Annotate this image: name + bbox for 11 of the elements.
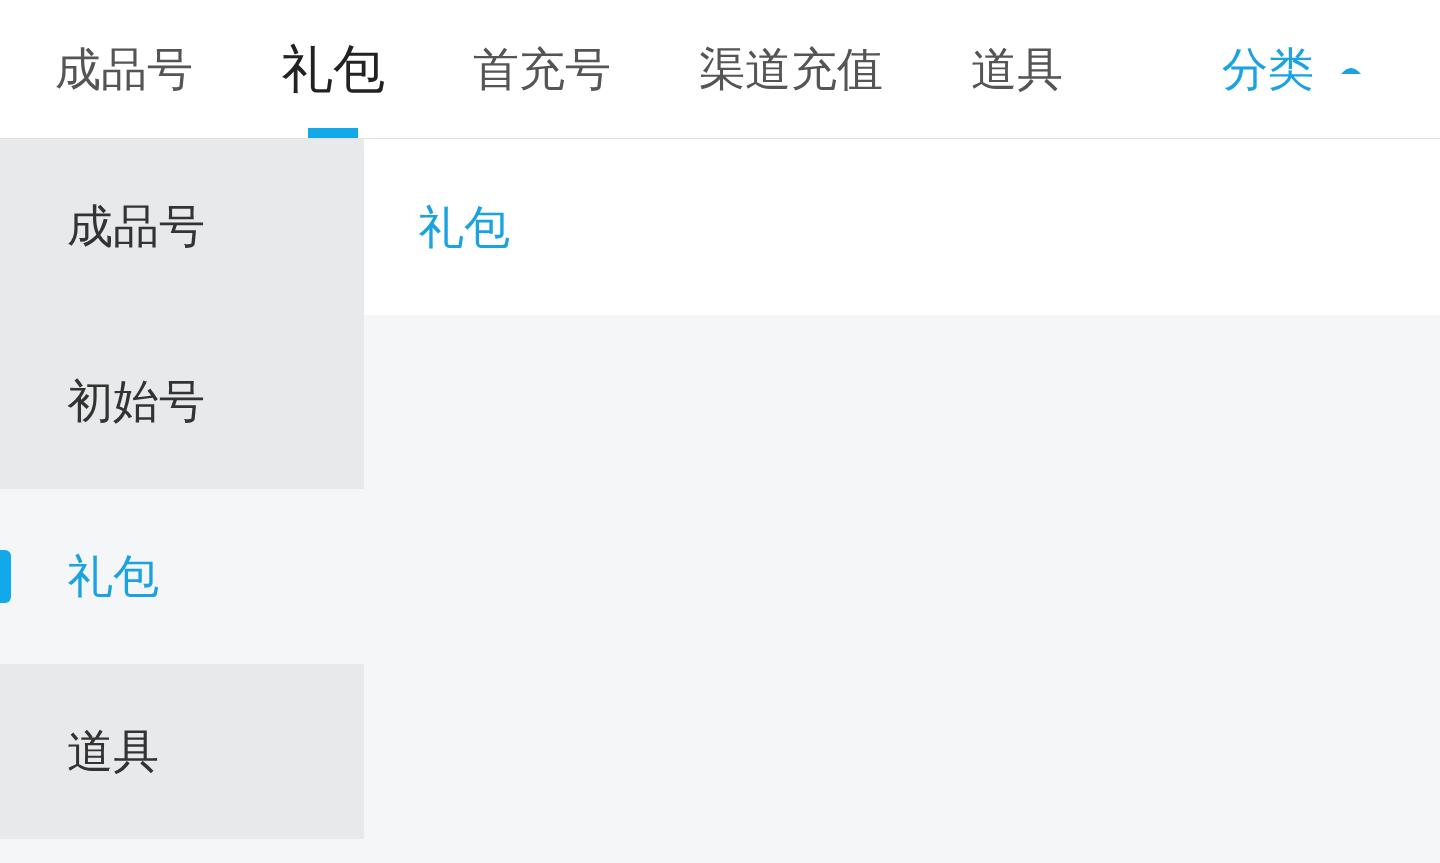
tab[interactable]: 礼包: [281, 0, 385, 138]
tab[interactable]: 首充号: [473, 0, 611, 138]
selected-indicator: [0, 550, 11, 603]
tab[interactable]: 道具: [971, 0, 1063, 138]
active-tab-indicator: [308, 128, 358, 138]
tab[interactable]: 成品号: [55, 0, 193, 138]
sidebar-item[interactable]: 成品号: [0, 139, 364, 314]
tab[interactable]: 渠道充值: [699, 0, 883, 138]
section-heading: 礼包: [418, 198, 510, 256]
sidebar-item[interactable]: 初始号: [0, 314, 364, 489]
sidebar-item[interactable]: 道具: [0, 664, 364, 839]
